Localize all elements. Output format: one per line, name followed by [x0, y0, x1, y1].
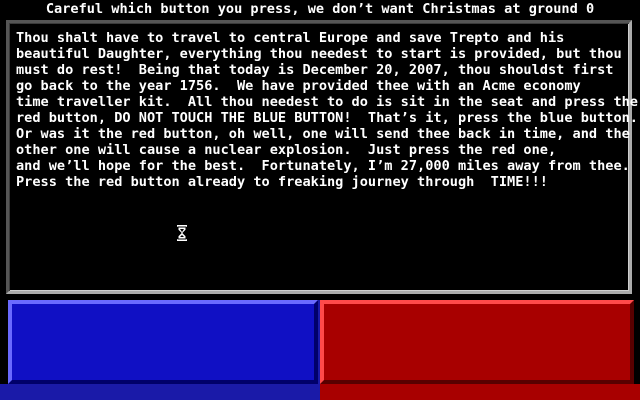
game-screen: Careful which button you press, we don’t… [0, 0, 640, 400]
message-line: must do rest! Being that today is Decemb… [16, 62, 614, 78]
message-panel: Thou shalt have to travel to central Eur… [6, 20, 638, 294]
message-line: go back to the year 1756. We have provid… [16, 78, 581, 94]
message-line: and we’ll hope for the best. Fortunately… [16, 158, 630, 174]
message-line: other one will cause a nuclear explosion… [16, 142, 557, 158]
message-text: Thou shalt have to travel to central Eur… [16, 30, 638, 190]
message-line: Press the red button already to freaking… [16, 174, 548, 190]
message-line: Or was it the red button, oh well, one w… [16, 126, 630, 142]
red-button-base [320, 384, 640, 400]
message-line: time traveller kit. All thou needest to … [16, 94, 638, 110]
title-text: Careful which button you press, we don’t… [0, 0, 640, 18]
message-line: red button, DO NOT TOUCH THE BLUE BUTTON… [16, 110, 638, 126]
blue-button[interactable] [8, 300, 318, 384]
message-line: Thou shalt have to travel to central Eur… [16, 30, 565, 46]
red-button[interactable] [320, 300, 634, 384]
hourglass-icon [177, 225, 187, 241]
blue-button-base [0, 384, 320, 400]
button-area [0, 300, 640, 400]
message-line: beautiful Daughter, everything thou need… [16, 46, 622, 62]
